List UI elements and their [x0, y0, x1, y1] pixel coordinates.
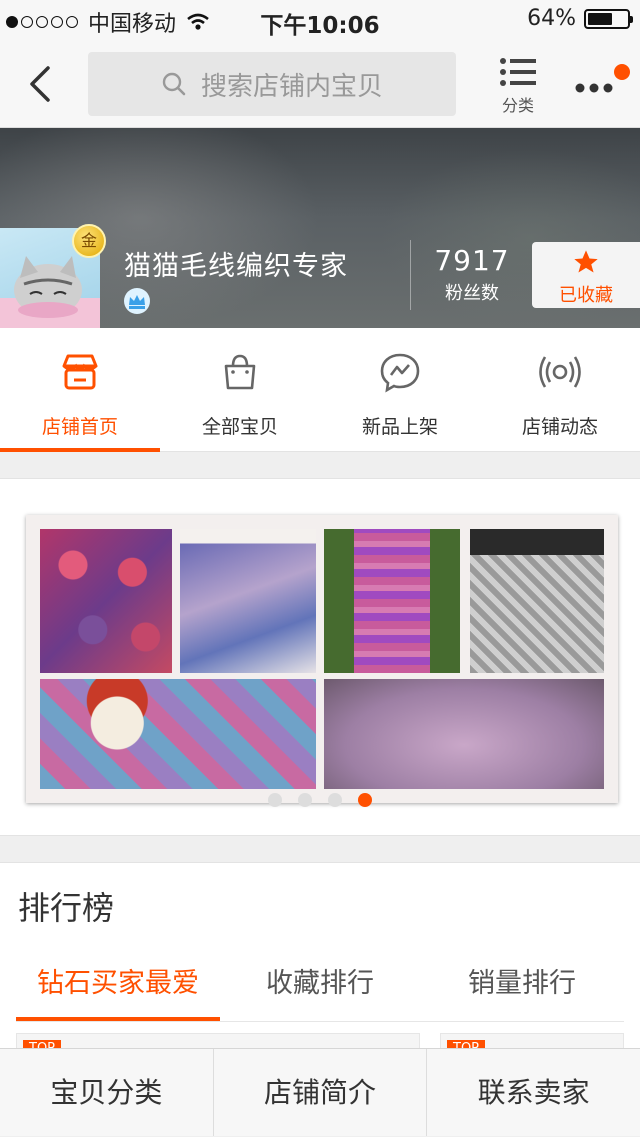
- more-dots-icon: [575, 83, 613, 93]
- active-tab-indicator: [0, 448, 160, 452]
- carousel-pager: [0, 793, 640, 807]
- ranking-tab-favorites[interactable]: 收藏排行: [220, 961, 420, 1000]
- tab-label: 全部宝贝: [201, 416, 278, 438]
- chevron-left-icon: [30, 66, 50, 102]
- search-placeholder: 搜索店铺内宝贝: [200, 71, 383, 102]
- knit-photo-3: [324, 529, 460, 673]
- favorite-label: 已收藏: [559, 285, 613, 306]
- back-button[interactable]: [22, 62, 62, 106]
- crown-icon: [124, 288, 150, 314]
- pager-dot[interactable]: [298, 793, 312, 807]
- banner-carousel[interactable]: [0, 478, 640, 836]
- navigation-bar: 搜索店铺内宝贝 分类: [0, 40, 640, 128]
- gold-badge: 金: [72, 224, 106, 258]
- notification-dot: [614, 64, 630, 80]
- search-input[interactable]: 搜索店铺内宝贝: [88, 52, 456, 116]
- carousel-image[interactable]: [26, 515, 618, 803]
- divider: [16, 1021, 624, 1022]
- knit-photo-2: [180, 529, 316, 673]
- fans-label: 粉丝数: [445, 283, 499, 304]
- tab-shop-home[interactable]: 店铺首页: [0, 328, 160, 452]
- new-items-icon: [380, 353, 420, 393]
- ranking-tab-diamond[interactable]: 钻石买家最爱: [16, 961, 220, 1000]
- knit-photo-6: [324, 679, 604, 789]
- divider: [410, 240, 411, 310]
- shop-banner: 金 猫猫毛线编织专家 7917 粉丝数 已收藏: [0, 128, 640, 328]
- battery-icon: [584, 8, 633, 29]
- tab-label: 店铺首页: [41, 416, 118, 438]
- category-button[interactable]: 分类: [492, 56, 544, 116]
- battery-percent: 64%: [527, 6, 576, 31]
- ranking-tab-sales[interactable]: 销量排行: [420, 961, 624, 1000]
- category-label: 分类: [501, 96, 534, 115]
- knit-photo-4: [470, 529, 604, 673]
- tab-shop-feed[interactable]: 店铺动态: [480, 328, 640, 452]
- shop-icon: [62, 354, 98, 390]
- fans-count: 7917 粉丝数: [420, 244, 524, 305]
- knit-photo-1: [40, 529, 172, 673]
- shop-name: 猫猫毛线编织专家: [124, 251, 348, 282]
- bottom-bar: 宝贝分类 店铺简介 联系卖家: [0, 1048, 640, 1136]
- tab-label: 新品上架: [361, 416, 438, 438]
- bag-icon: [224, 354, 256, 390]
- knit-photo-5: [40, 679, 316, 789]
- pager-dot[interactable]: [268, 793, 282, 807]
- tab-all-items[interactable]: 全部宝贝: [160, 328, 320, 452]
- fans-number: 7917: [434, 244, 510, 277]
- pager-dot[interactable]: [328, 793, 342, 807]
- pager-dot-active[interactable]: [358, 793, 372, 807]
- search-icon: [162, 72, 186, 96]
- list-icon: [500, 58, 536, 86]
- status-bar: 中国移动 下午10:06 64%: [0, 0, 640, 40]
- star-icon: [574, 250, 598, 273]
- tab-new-items[interactable]: 新品上架: [320, 328, 480, 452]
- shop-intro-button[interactable]: 店铺简介: [214, 1049, 428, 1136]
- favorite-button[interactable]: 已收藏: [532, 242, 640, 308]
- broadcast-icon: [539, 356, 581, 388]
- shop-tabs: 店铺首页 全部宝贝 新品上架 店铺动态: [0, 328, 640, 452]
- contact-seller-button[interactable]: 联系卖家: [427, 1049, 640, 1136]
- item-category-button[interactable]: 宝贝分类: [0, 1049, 214, 1136]
- tab-label: 店铺动态: [521, 416, 598, 438]
- ranking-title: 排行榜: [18, 889, 115, 927]
